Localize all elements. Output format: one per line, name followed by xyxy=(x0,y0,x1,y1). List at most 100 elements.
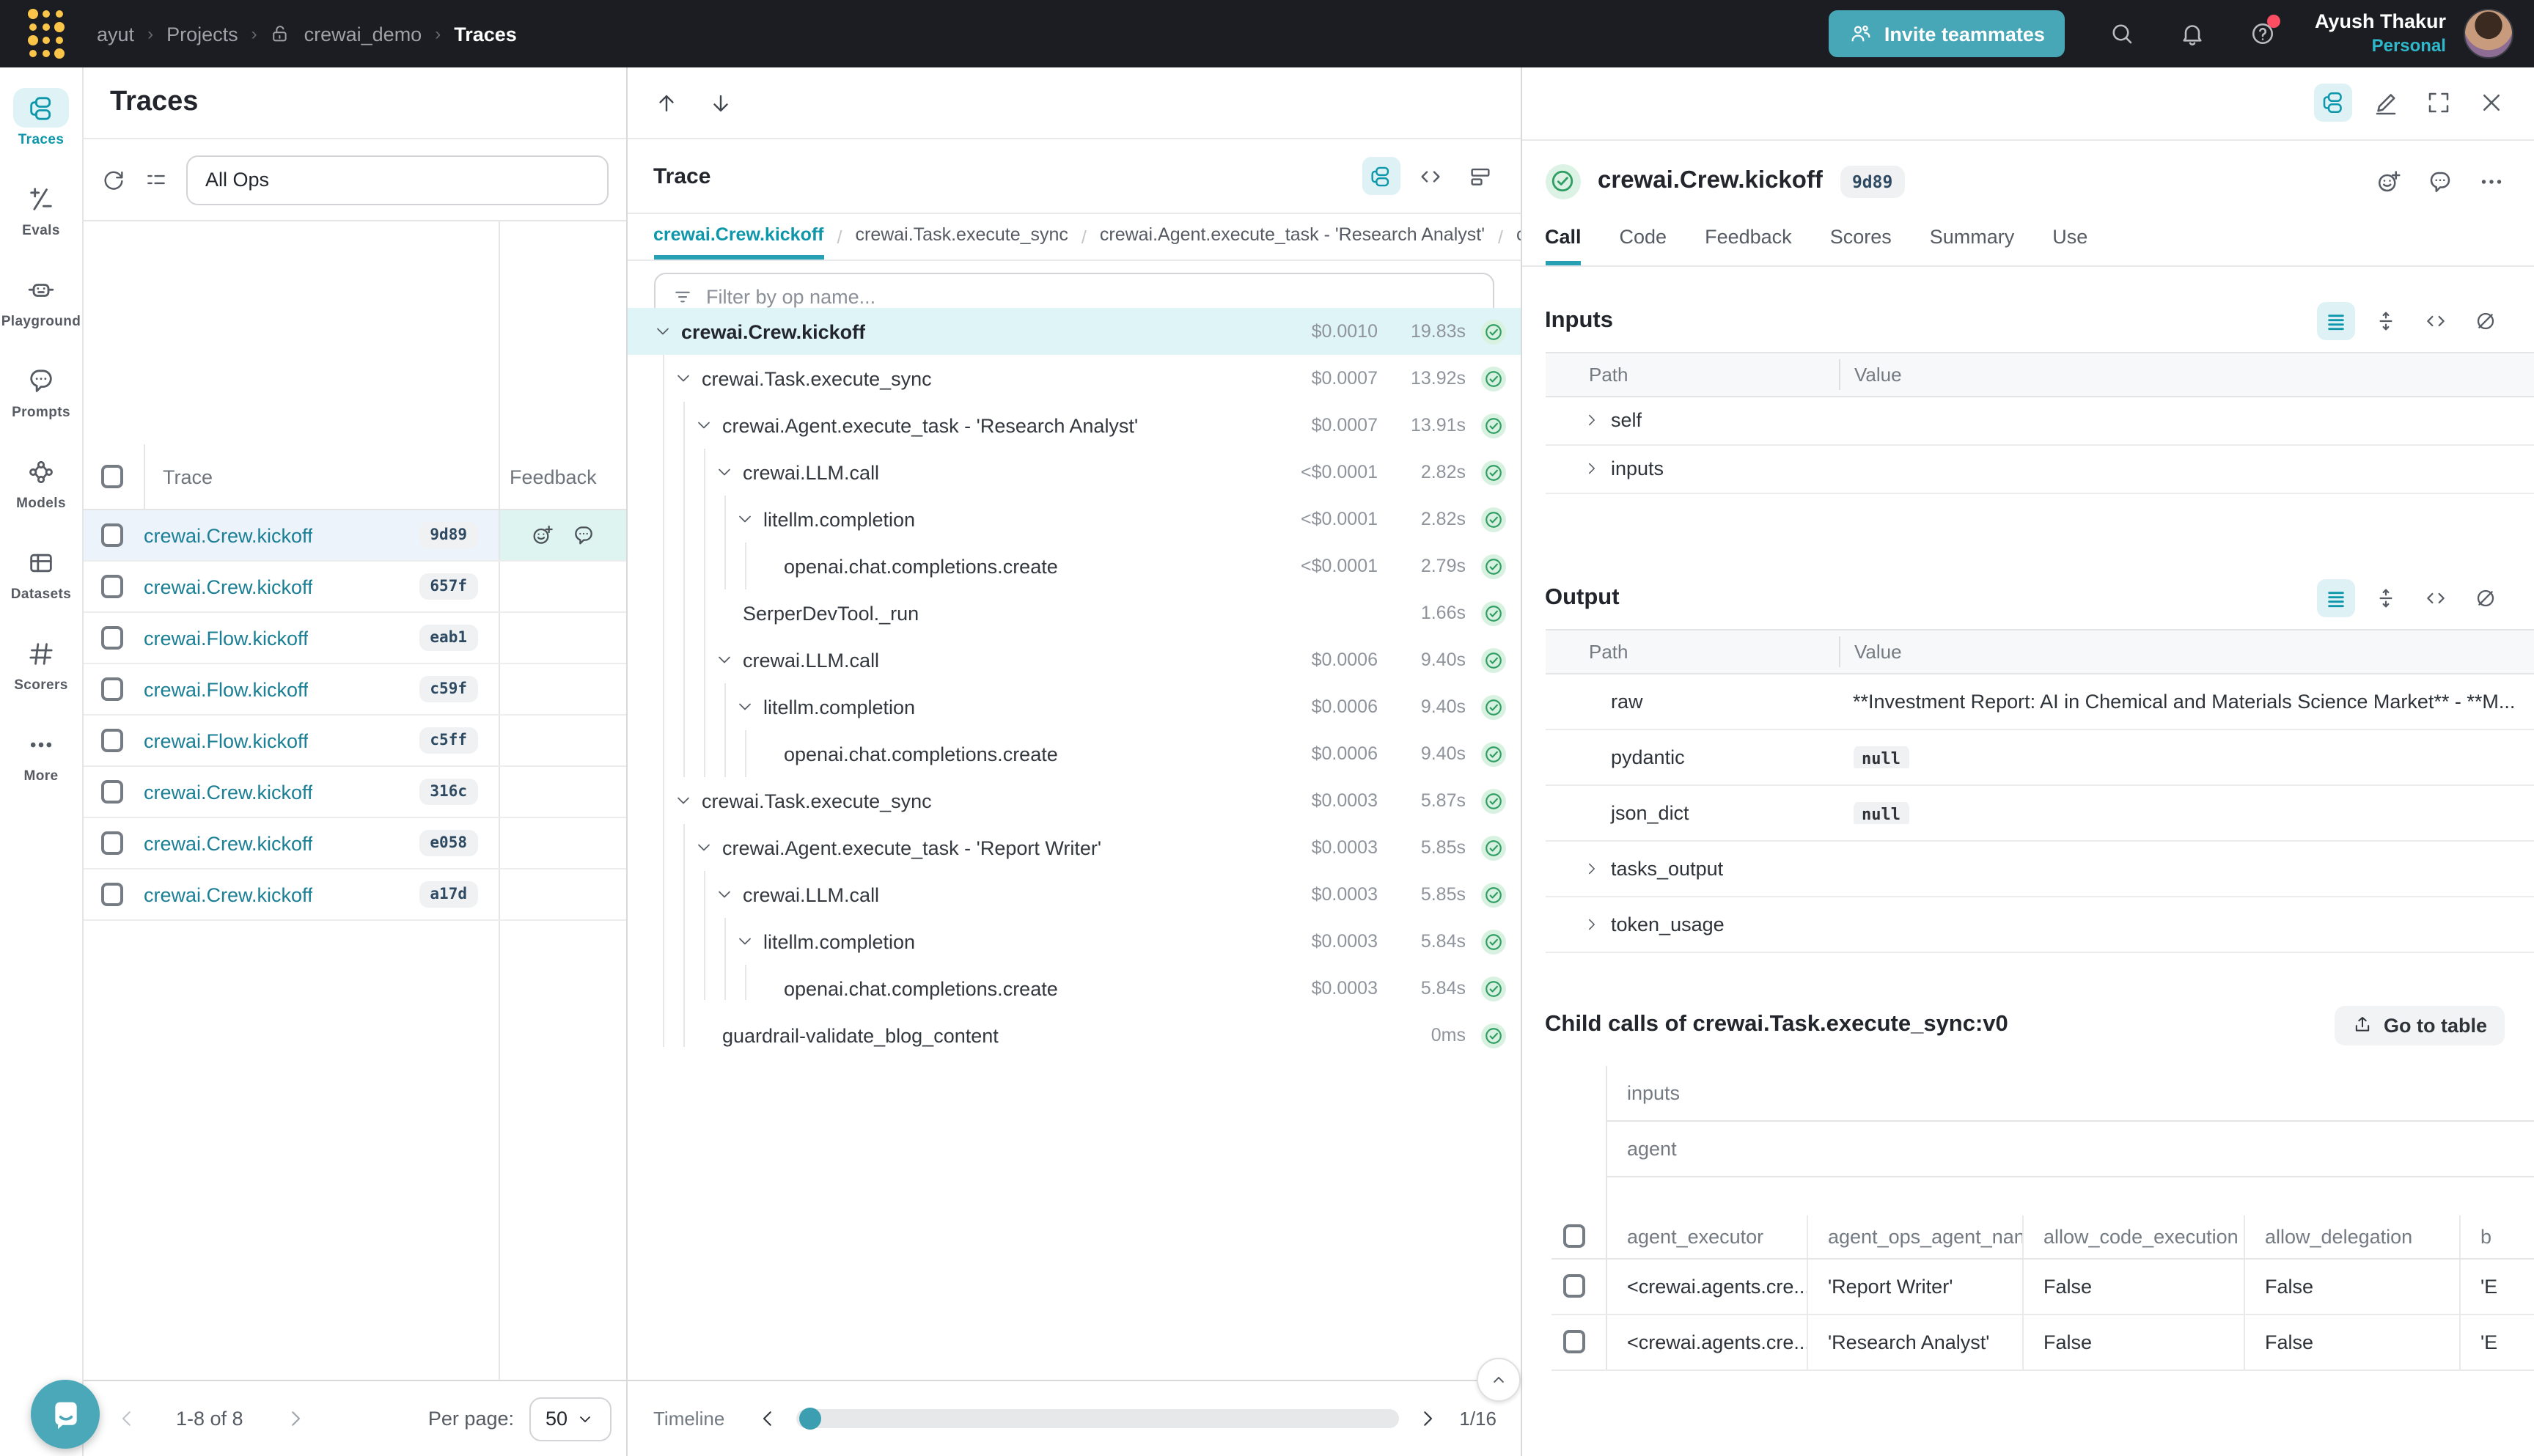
timeline-prev-icon[interactable] xyxy=(757,1408,779,1430)
add-reaction-icon[interactable] xyxy=(530,523,554,547)
filter-list-icon[interactable] xyxy=(144,167,169,192)
close-icon[interactable] xyxy=(2472,84,2511,122)
code-view-icon[interactable] xyxy=(2417,301,2455,339)
tab[interactable]: Summary xyxy=(1930,225,2015,265)
chevron-down-icon[interactable] xyxy=(715,886,732,903)
list-view-icon[interactable] xyxy=(2317,301,2355,339)
tree-view-icon[interactable] xyxy=(1362,157,1400,195)
fullscreen-icon[interactable] xyxy=(2420,84,2458,122)
trace-name-link[interactable]: crewai.Crew.kickoff xyxy=(144,576,313,598)
trace-cell[interactable]: crewai.Crew.kickoff 657f xyxy=(84,562,498,611)
user-menu[interactable]: Ayush Thakur Personal xyxy=(2315,10,2446,57)
timeline-slider-handle[interactable] xyxy=(799,1408,821,1430)
op-tab[interactable]: crewai.Task.execute_sync xyxy=(856,214,1068,260)
tab[interactable]: Scores xyxy=(1830,225,1892,265)
breadcrumb-projects[interactable]: Projects xyxy=(166,23,238,45)
column-header-trace[interactable]: Trace xyxy=(144,444,498,509)
add-reaction-icon[interactable] xyxy=(2376,168,2402,194)
table-row[interactable]: <crewai.agents.cre... 'Report Writer' Fa… xyxy=(1551,1259,2534,1315)
column-header[interactable]: agent_ops_agent_nan xyxy=(1806,1215,2021,1257)
trace-cell[interactable]: crewai.Flow.kickoff c5ff xyxy=(84,716,498,765)
chevron-down-icon[interactable] xyxy=(694,416,712,434)
trace-cell[interactable]: crewai.Flow.kickoff eab1 xyxy=(84,613,498,663)
notifications-bell-icon[interactable] xyxy=(2180,21,2206,47)
trace-cell[interactable]: crewai.Crew.kickoff 9d89 xyxy=(84,510,498,560)
sidebar-item-prompts[interactable]: Prompts xyxy=(12,361,70,421)
refresh-icon[interactable] xyxy=(101,167,126,192)
column-header-feedback[interactable]: Feedback xyxy=(498,466,625,488)
output-row[interactable]: json_dict null xyxy=(1545,785,2534,841)
trace-name-link[interactable]: crewai.Flow.kickoff xyxy=(144,627,309,649)
chevron-down-icon[interactable] xyxy=(674,792,691,809)
call-tree-row[interactable]: crewai.LLM.call $0.0006 9.40s xyxy=(627,636,1520,683)
call-tree-row[interactable]: guardrail-validate_blog_content 0ms xyxy=(627,1012,1520,1059)
chevron-down-icon[interactable] xyxy=(715,463,732,481)
group-header-label[interactable]: agent xyxy=(1606,1121,2534,1177)
table-row[interactable]: crewai.Flow.kickoff c59f xyxy=(84,664,625,716)
arrow-up-icon[interactable] xyxy=(653,90,678,115)
sidebar-item-playground[interactable]: Playground xyxy=(1,270,81,330)
op-tab[interactable]: crewai.LLM.call xyxy=(1516,214,1520,260)
select-all-checkbox[interactable] xyxy=(1562,1224,1584,1248)
chevron-right-icon[interactable] xyxy=(1583,916,1599,932)
breadcrumb-team[interactable]: ayut xyxy=(97,23,134,45)
table-row[interactable]: crewai.Crew.kickoff 9d89 xyxy=(84,510,625,562)
column-header[interactable]: allow_delegation xyxy=(2243,1215,2458,1257)
trace-cell[interactable]: crewai.Crew.kickoff a17d xyxy=(84,869,498,919)
sidebar-item-scorers[interactable]: Scorers xyxy=(13,633,69,694)
row-checkbox[interactable] xyxy=(101,729,123,752)
chevron-down-icon[interactable] xyxy=(735,933,753,950)
expand-rows-icon[interactable] xyxy=(2367,578,2405,617)
row-checkbox[interactable] xyxy=(101,831,123,855)
sidebar-item-traces[interactable]: Traces xyxy=(13,88,69,148)
per-page-select[interactable]: 50 xyxy=(529,1397,611,1441)
call-tree-row[interactable]: crewai.LLM.call <$0.0001 2.82s xyxy=(627,449,1520,496)
breadcrumb-project[interactable]: crewai_demo xyxy=(304,23,422,45)
row-checkbox[interactable] xyxy=(101,626,123,650)
feedback-cell[interactable] xyxy=(498,510,625,560)
table-row[interactable]: crewai.Flow.kickoff eab1 xyxy=(84,613,625,664)
call-tree-row[interactable]: crewai.Agent.execute_task - 'Report Writ… xyxy=(627,824,1520,871)
column-header[interactable]: b xyxy=(2458,1215,2534,1257)
input-row[interactable]: inputs xyxy=(1545,445,2534,493)
breadcrumb-page[interactable]: Traces xyxy=(454,23,517,45)
hide-values-icon[interactable] xyxy=(2467,301,2505,339)
chevron-down-icon[interactable] xyxy=(694,839,712,856)
trace-name-link[interactable]: crewai.Flow.kickoff xyxy=(144,678,309,700)
call-tree-row[interactable]: crewai.LLM.call $0.0003 5.85s xyxy=(627,871,1520,918)
comment-icon[interactable] xyxy=(571,523,595,547)
code-view-icon[interactable] xyxy=(1411,157,1450,195)
row-checkbox[interactable] xyxy=(101,780,123,804)
chevron-right-icon[interactable] xyxy=(1583,860,1599,876)
invite-teammates-button[interactable]: Invite teammates xyxy=(1829,10,2065,57)
expand-rows-icon[interactable] xyxy=(2367,301,2405,339)
column-header[interactable]: allow_code_execution xyxy=(2021,1215,2243,1257)
trace-name-link[interactable]: crewai.Flow.kickoff xyxy=(144,729,309,751)
tab[interactable]: Call xyxy=(1545,225,1582,265)
output-row[interactable]: tasks_output xyxy=(1545,841,2534,897)
chevron-down-icon[interactable] xyxy=(674,369,691,387)
trace-cell[interactable]: crewai.Crew.kickoff 316c xyxy=(84,767,498,817)
more-dots-icon[interactable] xyxy=(2478,168,2505,194)
table-row[interactable]: crewai.Crew.kickoff e058 xyxy=(84,818,625,869)
prev-page-icon[interactable] xyxy=(116,1408,138,1430)
row-checkbox[interactable] xyxy=(1562,1330,1584,1353)
chevron-down-icon[interactable] xyxy=(735,698,753,716)
edit-pencil-icon[interactable] xyxy=(2367,84,2405,122)
timeline-slider[interactable] xyxy=(796,1409,1399,1428)
ops-filter-select[interactable]: All Ops xyxy=(186,155,608,205)
chevron-down-icon[interactable] xyxy=(715,651,732,669)
avatar[interactable] xyxy=(2464,9,2513,59)
trace-name-link[interactable]: crewai.Crew.kickoff xyxy=(144,781,313,803)
row-checkbox[interactable] xyxy=(101,575,123,598)
op-filter-input[interactable] xyxy=(706,286,1476,308)
sidebar-item-evals[interactable]: Evals xyxy=(13,179,69,239)
input-row[interactable]: self xyxy=(1545,397,2534,445)
output-row[interactable]: pydantic null xyxy=(1545,729,2534,785)
support-chat-button[interactable] xyxy=(31,1380,100,1449)
go-to-table-button[interactable]: Go to table xyxy=(2334,1005,2505,1045)
call-tree-row[interactable]: crewai.Task.execute_sync $0.0003 5.87s xyxy=(627,777,1520,824)
chevron-down-icon[interactable] xyxy=(735,510,753,528)
comment-icon[interactable] xyxy=(2427,168,2453,194)
output-row[interactable]: token_usage xyxy=(1545,897,2534,952)
